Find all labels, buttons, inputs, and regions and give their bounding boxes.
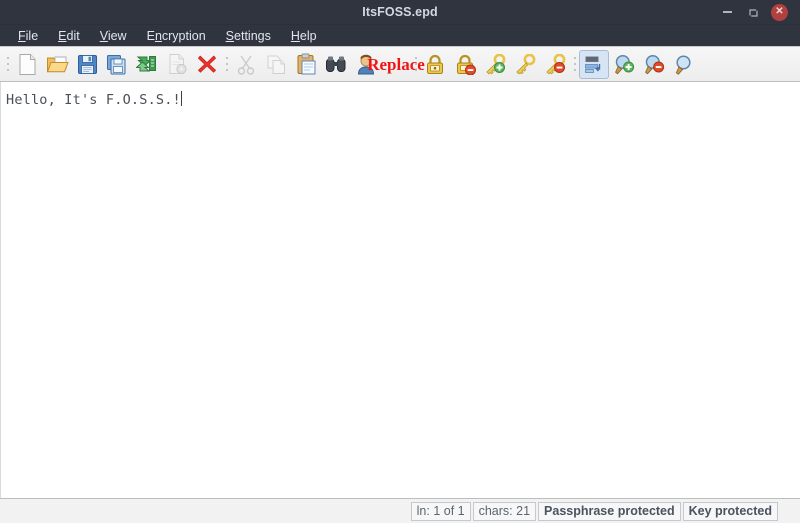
window-controls: ✕ — [719, 0, 800, 24]
save-icon[interactable] — [72, 50, 102, 79]
cut-icon[interactable] — [231, 50, 261, 79]
key-remove-icon[interactable] — [540, 50, 570, 79]
menu-item-file[interactable]: File — [8, 25, 48, 47]
close-icon[interactable]: ✕ — [771, 3, 788, 21]
main-window: ItsFOSS.epd ✕ File Edit View Encryption … — [0, 0, 800, 523]
menu-bar: File Edit View Encryption Settings Help — [0, 25, 800, 47]
toolbar-separator-2 — [411, 51, 420, 77]
toolbar-separator-3 — [570, 51, 579, 77]
key-icon[interactable] — [510, 50, 540, 79]
char-count: chars: 21 — [472, 501, 537, 521]
toolbar: Replace — [0, 47, 800, 82]
key-add-icon[interactable] — [480, 50, 510, 79]
save-all-icon[interactable] — [132, 50, 162, 79]
menu-item-view[interactable]: View — [90, 25, 137, 47]
zoom-in-icon[interactable] — [609, 50, 639, 79]
editor-text: Hello, It's F.O.S.S.! — [6, 92, 181, 108]
passphrase-badge: Passphrase protected — [538, 501, 681, 521]
editor-line-1[interactable]: Hello, It's F.O.S.S.! — [0, 82, 800, 108]
menu-item-encryption[interactable]: Encryption — [137, 25, 216, 47]
find-icon[interactable] — [321, 50, 351, 79]
word-wrap-icon[interactable] — [579, 49, 609, 79]
print-preview-icon[interactable] — [162, 50, 192, 79]
zoom-out-icon[interactable] — [639, 50, 669, 79]
toolbar-drag-handle-1[interactable] — [3, 51, 12, 77]
lock-icon[interactable] — [420, 50, 450, 79]
open-folder-icon[interactable] — [42, 50, 72, 79]
minimize-icon[interactable] — [719, 4, 735, 20]
toolbar-separator-1 — [222, 51, 231, 77]
close-file-icon[interactable] — [192, 50, 222, 79]
text-caret — [180, 91, 182, 106]
menu-item-help[interactable]: Help — [281, 25, 327, 47]
save-as-icon[interactable] — [102, 50, 132, 79]
copy-icon[interactable] — [261, 50, 291, 79]
maximize-icon[interactable] — [745, 4, 761, 20]
menu-item-settings[interactable]: Settings — [216, 25, 281, 47]
zoom-reset-icon[interactable] — [669, 50, 699, 79]
text-editor[interactable]: Hello, It's F.O.S.S.! — [0, 82, 800, 499]
line-indicator: ln: 1 of 1 — [410, 501, 471, 521]
new-file-icon[interactable] — [12, 50, 42, 79]
replace-icon[interactable]: Replace — [367, 50, 425, 79]
key-badge: Key protected — [682, 501, 778, 521]
unlock-icon[interactable] — [450, 50, 480, 79]
title-bar[interactable]: ItsFOSS.epd ✕ — [0, 0, 800, 25]
paste-icon[interactable] — [291, 50, 321, 79]
menu-item-edit[interactable]: Edit — [48, 25, 90, 47]
window-title: ItsFOSS.epd — [362, 5, 438, 19]
editor-left-border — [0, 82, 1, 498]
status-bar: ln: 1 of 1 chars: 21 Passphrase protecte… — [0, 499, 800, 523]
